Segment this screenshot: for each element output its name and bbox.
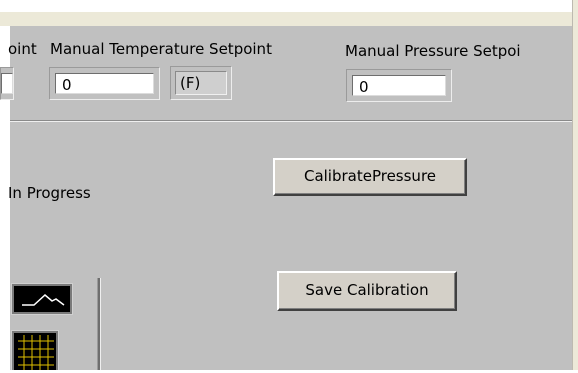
setpoint-field-inner [1,73,13,94]
temperature-unit-indicator: (F) [170,66,232,100]
manual-pressure-value[interactable]: 0 [352,75,446,96]
graph-palette [10,278,100,373]
save-calibration-button[interactable]: Save Calibration [277,271,457,311]
line-plot-glyph [22,293,65,306]
grid-icon[interactable] [12,331,58,373]
window-right-edge [572,0,578,373]
window-titlebar-strip [0,12,578,26]
setpoint-field-partial[interactable] [0,67,14,100]
line-plot-icon[interactable] [12,284,72,314]
manual-temperature-label: Manual Temperature Setpoint [50,40,272,58]
temperature-unit-text: (F) [175,71,227,95]
section-divider [10,120,572,122]
manual-temperature-value[interactable]: 0 [55,73,154,94]
calibrate-pressure-button[interactable]: CalibratePressure [273,158,467,196]
grid-glyph [18,335,54,373]
manual-pressure-label: Manual Pressure Setpoi [345,42,521,60]
manual-pressure-field[interactable]: 0 [346,69,452,102]
in-progress-label-partial: In Progress [8,184,91,202]
setpoint-label-partial: oint [8,40,37,58]
manual-temperature-field[interactable]: 0 [49,67,160,100]
